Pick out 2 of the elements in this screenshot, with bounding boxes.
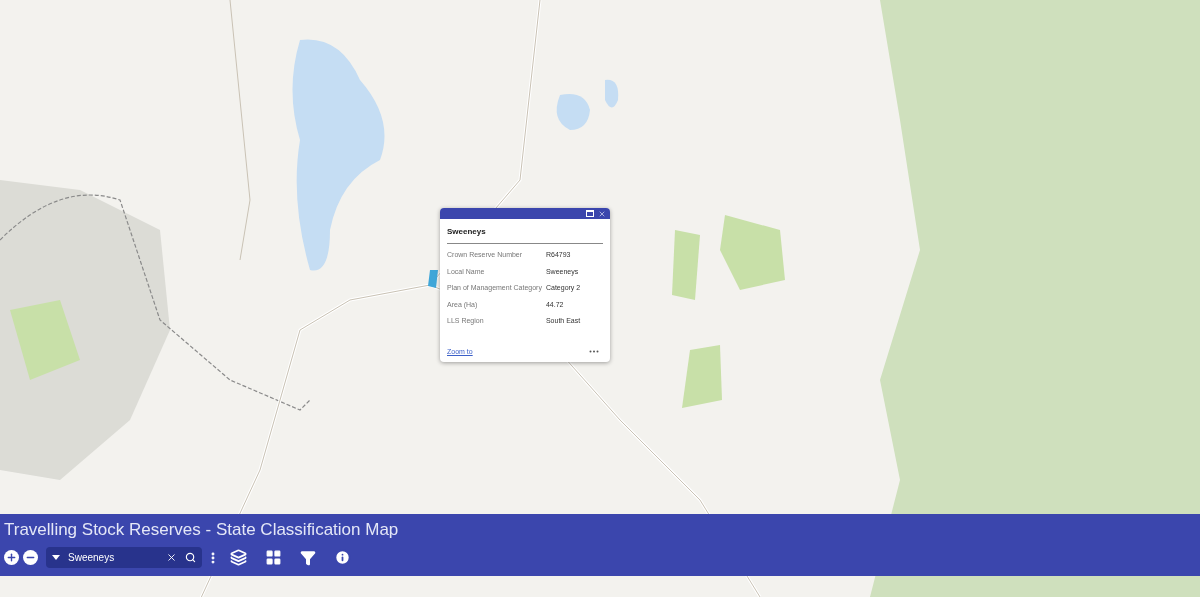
popup-title: Sweeneys <box>447 226 603 244</box>
app-title: Travelling Stock Reserves - State Classification Map <box>4 521 400 538</box>
